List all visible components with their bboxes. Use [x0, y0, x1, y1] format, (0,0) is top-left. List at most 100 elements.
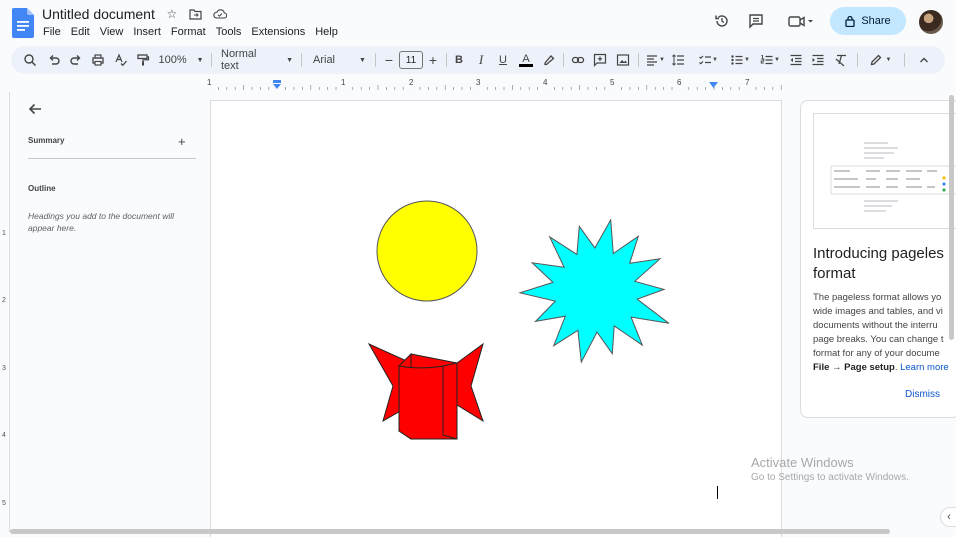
toolbar-divider: [904, 53, 905, 67]
numbered-list-select[interactable]: ▼: [757, 51, 783, 69]
back-arrow-icon[interactable]: [27, 101, 43, 117]
font-select[interactable]: Arial ▼: [313, 51, 368, 69]
align-select[interactable]: ▼: [643, 51, 667, 69]
pageless-description: The pageless format allows yo wide image…: [813, 291, 956, 375]
description-line: format for any of your docume: [813, 348, 940, 359]
decrease-font-size-icon[interactable]: −: [383, 51, 395, 69]
vruler-number: 2: [2, 297, 6, 304]
avatar[interactable]: [919, 10, 943, 34]
highlight-icon[interactable]: [542, 51, 556, 69]
right-indent-marker-icon[interactable]: [709, 82, 719, 90]
toolbar-divider: [375, 53, 376, 67]
zoom-value: 100%: [158, 54, 187, 66]
undo-icon[interactable]: [47, 51, 61, 69]
horizontal-ruler[interactable]: 1 1 2 3 4 5 6 7: [207, 78, 782, 92]
increase-font-size-icon[interactable]: +: [427, 51, 439, 69]
menu-insert[interactable]: Insert: [133, 26, 161, 38]
move-folder-icon[interactable]: [189, 7, 203, 21]
decrease-indent-icon[interactable]: [789, 51, 803, 69]
clear-formatting-icon[interactable]: [834, 51, 848, 69]
star-icon[interactable]: ☆: [165, 7, 179, 21]
vruler-number: 1: [2, 230, 6, 237]
add-comment-icon[interactable]: [593, 51, 607, 69]
increase-indent-icon[interactable]: [811, 51, 825, 69]
pageless-title-line2: format: [813, 265, 856, 282]
menu-edit[interactable]: Edit: [71, 26, 90, 38]
spellcheck-icon[interactable]: [114, 51, 128, 69]
italic-icon[interactable]: I: [474, 51, 488, 69]
description-punct: .: [894, 362, 898, 373]
ruler-number: 7: [745, 78, 750, 87]
cyan-starburst-shape[interactable]: [518, 218, 670, 364]
editing-mode-select[interactable]: ▼: [866, 51, 894, 69]
menu-view[interactable]: View: [100, 26, 124, 38]
activate-windows-title: Activate Windows: [751, 455, 854, 470]
horizontal-scrollbar[interactable]: [10, 529, 890, 534]
history-icon[interactable]: [713, 12, 731, 30]
checklist-icon: [699, 55, 712, 65]
zoom-select[interactable]: 100% ▼: [158, 51, 203, 69]
pageless-intro-card: Introducing pageles format The pageless …: [800, 100, 956, 418]
pageless-title: Introducing pageles format: [813, 244, 956, 284]
line-spacing-icon[interactable]: [671, 51, 685, 69]
vruler-number: 5: [2, 500, 6, 507]
document-page[interactable]: [210, 100, 782, 537]
side-panel-toggle-chevron-left-icon[interactable]: ‹: [940, 507, 956, 527]
menu-help[interactable]: Help: [315, 26, 338, 38]
checklist-select[interactable]: ▼: [695, 51, 721, 69]
learn-more-link[interactable]: Learn more: [900, 362, 949, 373]
bulleted-list-select[interactable]: ▼: [727, 51, 753, 69]
font-value: Arial: [313, 54, 336, 66]
toolbar: 100% ▼ Normal text ▼ Arial ▼ − 11 + B I …: [11, 46, 945, 74]
search-icon[interactable]: [23, 51, 37, 69]
redo-icon[interactable]: [69, 51, 83, 69]
paint-format-icon[interactable]: [136, 51, 150, 69]
numbered-list-icon: [760, 55, 773, 65]
ruler-number: 1: [341, 78, 346, 87]
bulleted-list-icon: [731, 55, 743, 65]
cloud-saved-icon[interactable]: [213, 7, 227, 21]
left-indent-marker-icon[interactable]: [272, 80, 282, 90]
meet-icon[interactable]: [786, 12, 816, 30]
title-row: Untitled document ☆: [42, 6, 227, 22]
ruler-number: 1: [207, 78, 212, 87]
text-color-icon[interactable]: A: [518, 51, 534, 69]
font-size-input[interactable]: 11: [399, 51, 423, 69]
menu-format[interactable]: Format: [171, 26, 206, 38]
menu-bar: File Edit View Insert Format Tools Exten…: [43, 26, 338, 38]
underline-icon[interactable]: U: [496, 51, 510, 69]
menu-extensions[interactable]: Extensions: [251, 26, 305, 38]
vertical-ruler[interactable]: 1 2 3 4 5: [0, 92, 10, 532]
document-title[interactable]: Untitled document: [42, 6, 155, 22]
summary-label: Summary: [28, 136, 65, 145]
print-icon[interactable]: [91, 51, 105, 69]
lock-icon: [845, 15, 855, 27]
drawing-canvas: [367, 200, 670, 440]
add-summary-button[interactable]: +: [178, 134, 186, 149]
share-button[interactable]: Share: [830, 7, 906, 35]
yellow-circle-shape[interactable]: [376, 200, 478, 302]
chevron-down-icon: ▼: [286, 56, 293, 64]
comment-icon[interactable]: [747, 12, 765, 30]
description-line: File → Page setup. Learn more: [813, 361, 956, 375]
page-setup-path: File → Page setup: [813, 362, 895, 373]
dismiss-button[interactable]: Dismiss: [905, 389, 940, 400]
pageless-title-line1: Introducing pageles: [813, 245, 944, 262]
bold-icon[interactable]: B: [452, 51, 466, 69]
vertical-scrollbar[interactable]: [949, 95, 954, 340]
align-left-icon: [647, 55, 658, 66]
chevron-down-icon: ▼: [744, 57, 750, 63]
chevron-down-icon: ▼: [774, 57, 780, 63]
hide-menus-chevron-up-icon[interactable]: [917, 51, 931, 69]
ruler-number: 5: [610, 78, 615, 87]
insert-image-icon[interactable]: [616, 51, 630, 69]
menu-tools[interactable]: Tools: [216, 26, 242, 38]
menu-file[interactable]: File: [43, 26, 61, 38]
red-ribbon-shape[interactable]: [367, 342, 484, 440]
style-select[interactable]: Normal text ▼: [221, 48, 293, 72]
toolbar-divider: [563, 53, 564, 67]
docs-logo-icon[interactable]: [12, 8, 34, 38]
toolbar-divider: [211, 53, 212, 67]
link-icon[interactable]: [571, 51, 585, 69]
description-line: wide images and tables, and vi: [813, 306, 943, 317]
